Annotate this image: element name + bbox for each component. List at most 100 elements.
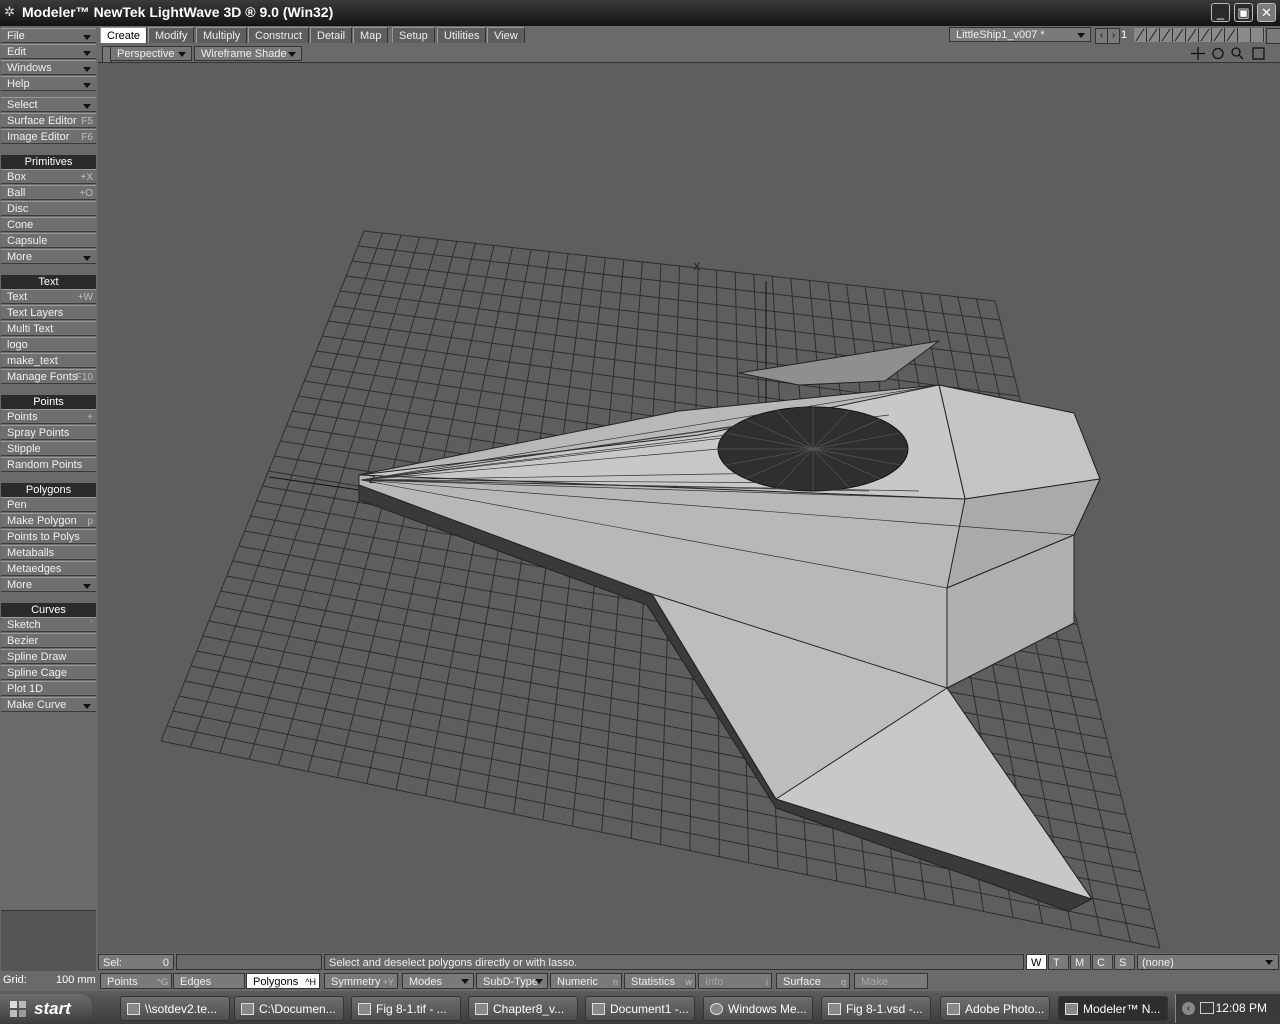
manage-fonts-button[interactable]: Manage Fonts F10 <box>1 369 96 384</box>
wtmcs-s-button[interactable]: S <box>1114 954 1135 970</box>
make-text-button[interactable]: make_text <box>1 353 96 368</box>
statistics-label: Statistics <box>631 976 676 988</box>
taskbar-item-photoshop[interactable]: Adobe Photo... <box>940 996 1050 1021</box>
spline-cage-button[interactable]: Spline Cage <box>1 665 96 680</box>
taskbar-item-fig-vsd[interactable]: Fig 8-1.vsd -... <box>821 996 931 1021</box>
shortcut-label: +W <box>77 292 93 303</box>
windows-logo-icon <box>10 1001 26 1017</box>
surface-select[interactable]: (none) <box>1137 954 1279 970</box>
random-points-label: Random Points <box>7 459 83 471</box>
points-mode-button[interactable]: Points ^G <box>100 973 172 989</box>
file-menu[interactable]: File <box>1 28 96 43</box>
make-polygon-button[interactable]: Make Polygon p <box>1 513 96 528</box>
more-label: More <box>7 251 33 263</box>
close-button[interactable]: ✕ <box>1257 3 1276 22</box>
points-to-polys-button[interactable]: Points to Polys <box>1 529 96 544</box>
help-menu[interactable]: Help <box>1 76 96 91</box>
task-label: Modeler™ N... <box>1083 1002 1161 1016</box>
view-type-select[interactable]: Perspective <box>110 46 192 61</box>
symmetry-toggle[interactable]: Symmetry +Y <box>324 973 398 989</box>
tab-multiply[interactable]: Multiply <box>196 27 248 43</box>
tab-utilities[interactable]: Utilities <box>437 27 487 43</box>
wtmcs-w-button[interactable]: W <box>1026 954 1047 970</box>
random-points-button[interactable]: Random Points <box>1 457 96 472</box>
points-button[interactable]: Points + <box>1 409 96 424</box>
disc-button[interactable]: Disc <box>1 201 96 216</box>
taskbar-item-fig-tif[interactable]: Fig 8-1.tif - ... <box>351 996 461 1021</box>
ball-button[interactable]: Ball +O <box>1 185 96 200</box>
wtmcs-c-button[interactable]: C <box>1092 954 1113 970</box>
tab-map[interactable]: Map <box>353 27 389 43</box>
polygons-more-menu[interactable]: More <box>1 577 96 592</box>
tab-modify[interactable]: Modify <box>148 27 195 43</box>
numeric-button[interactable]: Numeric n <box>550 973 622 989</box>
text-layers-label: Text Layers <box>7 307 64 319</box>
taskbar-item-documents-folder[interactable]: C:\Documen... <box>234 996 344 1021</box>
windows-menu[interactable]: Windows <box>1 60 96 75</box>
metaedges-button[interactable]: Metaedges <box>1 561 96 576</box>
polygons-mode-button[interactable]: Polygons ^H <box>246 973 320 989</box>
text-button[interactable]: Text +W <box>1 289 96 304</box>
bezier-button[interactable]: Bezier <box>1 633 96 648</box>
taskbar-item-chapter8[interactable]: Chapter8_v... <box>468 996 578 1021</box>
shortcut-label: +O <box>79 188 93 199</box>
metaballs-button[interactable]: Metaballs <box>1 545 96 560</box>
status-bar: Sel: 0 Select and deselect polygons dire… <box>98 953 1280 971</box>
tray-expand-icon[interactable]: ‹ <box>1182 1002 1195 1015</box>
modes-menu[interactable]: Modes <box>402 973 474 989</box>
layer-bank-buttons[interactable] <box>1134 28 1265 42</box>
tab-setup[interactable]: Setup <box>392 27 435 43</box>
surface-button[interactable]: Surface q <box>776 973 850 989</box>
spray-points-button[interactable]: Spray Points <box>1 425 96 440</box>
stipple-button[interactable]: Stipple <box>1 441 96 456</box>
capsule-button[interactable]: Capsule <box>1 233 96 248</box>
shortcut-label: q <box>840 977 846 987</box>
make-curve-menu[interactable]: Make Curve <box>1 697 96 712</box>
statistics-button[interactable]: Statistics w <box>624 973 696 989</box>
chevron-down-icon <box>83 83 91 88</box>
image-editor-button[interactable]: Image Editor F6 <box>1 129 96 144</box>
minimize-button[interactable]: _ <box>1211 3 1230 22</box>
clock: 12:08 PM <box>1215 1001 1267 1015</box>
render-mode-select[interactable]: Wireframe Shade <box>194 46 302 61</box>
select-menu[interactable]: Select <box>1 97 96 112</box>
make-label: Make <box>861 976 888 988</box>
tab-view[interactable]: View <box>487 27 525 43</box>
multi-text-button[interactable]: Multi Text <box>1 321 96 336</box>
layer-object-select[interactable]: LittleShip1_v007 * <box>949 27 1091 42</box>
taskbar-item-network-folder[interactable]: \\sotdev2.te... <box>120 996 230 1021</box>
subd-type-menu[interactable]: SubD-Type <box>476 973 548 989</box>
primitives-more-menu[interactable]: More <box>1 249 96 264</box>
spline-draw-button[interactable]: Spline Draw <box>1 649 96 664</box>
tab-detail[interactable]: Detail <box>310 27 353 43</box>
edit-menu[interactable]: Edit <box>1 44 96 59</box>
logo-button[interactable]: logo <box>1 337 96 352</box>
make-button[interactable]: Make <box>854 973 928 989</box>
tab-construct[interactable]: Construct <box>248 27 310 43</box>
box-button[interactable]: Box +X <box>1 169 96 184</box>
wtmcs-t-button[interactable]: T <box>1048 954 1069 970</box>
pen-button[interactable]: Pen <box>1 497 96 512</box>
chevron-down-icon <box>1265 960 1273 965</box>
network-icon[interactable] <box>1200 1002 1214 1014</box>
taskbar-item-document1[interactable]: Document1 -... <box>585 996 695 1021</box>
shortcut-label: i <box>766 977 768 987</box>
shortcut-label: +X <box>80 172 93 183</box>
perspective-viewport[interactable]: Z X <box>99 63 1280 953</box>
maximize-button[interactable]: ▣ <box>1234 3 1253 22</box>
text-layers-button[interactable]: Text Layers <box>1 305 96 320</box>
taskbar-item-windows-media[interactable]: Windows Me... <box>703 996 813 1021</box>
next-layer-button[interactable]: › <box>1107 28 1120 44</box>
wtmcs-m-button[interactable]: M <box>1070 954 1091 970</box>
cone-button[interactable]: Cone <box>1 217 96 232</box>
taskbar-item-modeler[interactable]: Modeler™ N... <box>1058 996 1168 1021</box>
surface-editor-button[interactable]: Surface Editor F5 <box>1 113 96 128</box>
edges-mode-button[interactable]: Edges <box>173 973 245 989</box>
sketch-button[interactable]: Sketch ` <box>1 617 96 632</box>
start-button[interactable]: start <box>0 994 92 1023</box>
shortcut-label: +Y <box>382 977 394 987</box>
plot-1d-button[interactable]: Plot 1D <box>1 681 96 696</box>
tab-create[interactable]: Create <box>100 27 148 43</box>
layer-toggle-icon[interactable] <box>1266 28 1280 44</box>
info-button[interactable]: Info i <box>698 973 772 989</box>
